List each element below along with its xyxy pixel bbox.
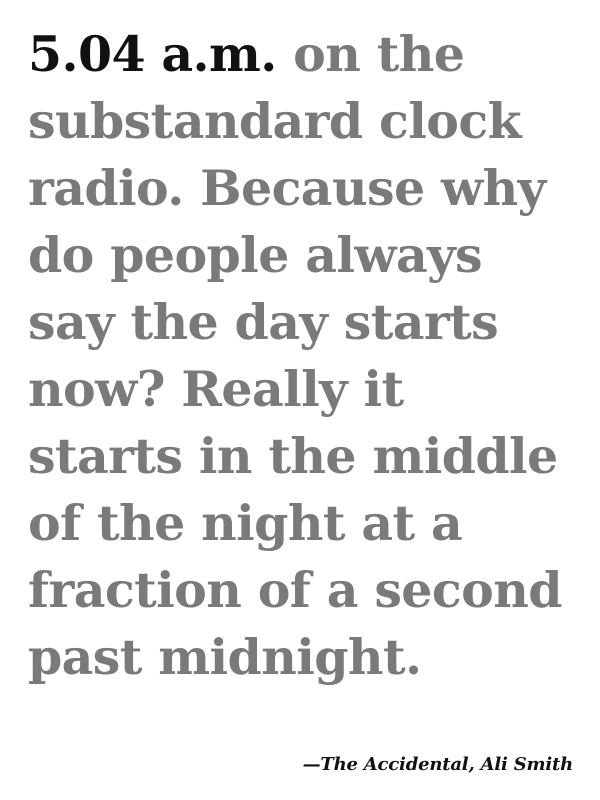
quote-line-9: fraction of a second	[28, 561, 563, 619]
quote-body: 5.04 a.m. on the substandard clock radio…	[28, 26, 563, 696]
quote-line-7: starts in the middle	[28, 427, 558, 485]
quote-line-text: on the	[276, 25, 465, 83]
quote-line-5: say the day starts	[28, 293, 499, 351]
attribution: —The Accidental, Ali Smith	[302, 754, 574, 775]
attribution-dash: —	[302, 754, 321, 775]
quote-card: 5.04 a.m. on the substandard clock radio…	[0, 0, 600, 800]
quote-line-4: do people always	[28, 226, 483, 284]
quote-line-1: 5.04 a.m. on the	[28, 26, 562, 93]
quote-line-2: substandard clock	[28, 92, 522, 150]
attribution-author: Ali Smith	[480, 754, 574, 775]
quote-line-6: now? Really it	[28, 360, 404, 418]
quote-lead-time: 5.04 a.m.	[28, 25, 277, 83]
attribution-separator: ,	[468, 754, 481, 775]
quote-line-10: past midnight.	[28, 628, 422, 686]
attribution-book-title: The Accidental	[320, 754, 469, 775]
quote-line-8: of the night at a	[28, 494, 463, 552]
quote-line-3: radio. Because why	[28, 159, 546, 217]
